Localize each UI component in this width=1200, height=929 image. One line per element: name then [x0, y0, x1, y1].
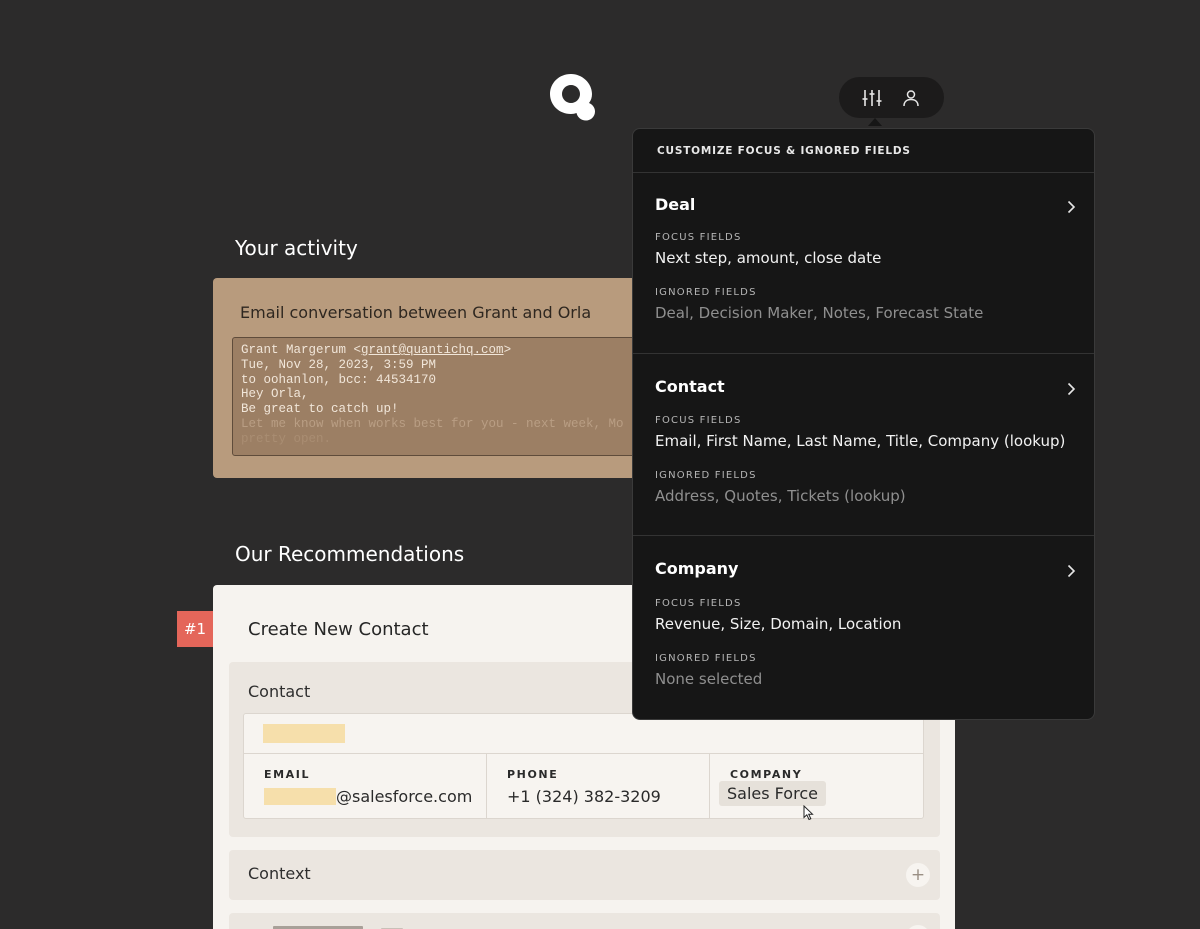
ignored-fields-label: IGNORED FIELDS [655, 470, 757, 481]
ignored-fields-value: None selected [655, 670, 763, 688]
context-label: Context [248, 864, 311, 883]
section-contact[interactable]: Contact FOCUS FIELDS Email, First Name, … [633, 354, 1094, 536]
phone-value[interactable]: +1 (324) 382-3209 [507, 787, 661, 806]
email-value[interactable]: @salesforce.com [264, 787, 472, 806]
phone-column[interactable]: PHONE +1 (324) 382-3209 [487, 754, 709, 819]
q-logo-icon [549, 72, 597, 122]
phone-label: PHONE [507, 768, 559, 781]
user-icon[interactable] [900, 87, 922, 109]
chevron-right-icon[interactable] [1065, 563, 1077, 578]
chevron-right-icon[interactable] [1065, 199, 1077, 214]
email-from: Grant Margerum <grant@quantichq.com> [241, 343, 512, 357]
section-deal[interactable]: Deal FOCUS FIELDS Next step, amount, clo… [633, 172, 1094, 354]
pointer-cursor-icon [803, 804, 815, 821]
section-name: Deal [655, 195, 696, 214]
recommendations-section-title: Our Recommendations [235, 542, 465, 566]
ignored-fields-value: Deal, Decision Maker, Notes, Forecast St… [655, 304, 984, 322]
email-line: Be great to catch up! [241, 402, 399, 417]
email-date: Tue, Nov 28, 2023, 3:59 PM [241, 357, 437, 372]
contact-table: EMAIL @salesforce.com PHONE +1 (324) 382… [243, 713, 924, 821]
redacted-name [263, 724, 345, 743]
collapsed-row[interactable] [229, 913, 940, 929]
chevron-right-icon[interactable] [1065, 381, 1077, 396]
section-name: Contact [655, 377, 725, 396]
ignored-fields-label: IGNORED FIELDS [655, 287, 757, 298]
contact-panel-label: Contact [248, 682, 311, 701]
expand-button[interactable] [906, 925, 930, 929]
focus-fields-label: FOCUS FIELDS [655, 415, 742, 426]
email-greeting: Hey Orla, [241, 387, 309, 402]
context-row[interactable]: Context + [229, 850, 940, 900]
company-label: COMPANY [730, 768, 803, 781]
redacted-email-user [264, 788, 336, 805]
email-recipients: to oohanlon, bcc: 44534170 [241, 372, 437, 387]
company-value[interactable]: Sales Force [719, 781, 826, 806]
focus-fields-label: FOCUS FIELDS [655, 232, 742, 243]
email-line: pretty open. [241, 431, 332, 446]
sliders-icon[interactable] [861, 87, 883, 109]
toolbar [839, 77, 944, 118]
activity-card[interactable]: Email conversation between Grant and Orl… [213, 278, 653, 478]
company-column[interactable]: COMPANY Sales Force [710, 754, 924, 821]
rank-badge: #1 [177, 611, 213, 647]
email-column[interactable]: EMAIL @salesforce.com [244, 754, 486, 819]
focus-fields-value: Next step, amount, close date [655, 249, 882, 267]
ignored-fields-value: Address, Quotes, Tickets (lookup) [655, 487, 906, 505]
focus-fields-value: Revenue, Size, Domain, Location [655, 615, 902, 633]
expand-context-button[interactable]: + [906, 863, 930, 887]
section-name: Company [655, 559, 739, 578]
focus-fields-label: FOCUS FIELDS [655, 598, 742, 609]
popover-caret [868, 118, 882, 126]
section-company[interactable]: Company FOCUS FIELDS Revenue, Size, Doma… [633, 536, 1094, 718]
recommendation-title: Create New Contact [248, 619, 429, 640]
email-preview: Grant Margerum <grant@quantichq.com> Tue… [232, 337, 653, 456]
customize-fields-popover: CUSTOMIZE FOCUS & IGNORED FIELDS Deal FO… [632, 128, 1095, 720]
email-from-address[interactable]: grant@quantichq.com [361, 343, 504, 357]
email-label: EMAIL [264, 768, 311, 781]
email-line: Let me know when works best for you - ne… [241, 416, 624, 431]
activity-section-title: Your activity [235, 236, 358, 260]
focus-fields-value: Email, First Name, Last Name, Title, Com… [655, 432, 1066, 450]
popover-header: CUSTOMIZE FOCUS & IGNORED FIELDS [657, 145, 911, 157]
email-domain: @salesforce.com [336, 787, 473, 806]
activity-card-title: Email conversation between Grant and Orl… [240, 303, 592, 322]
ignored-fields-label: IGNORED FIELDS [655, 653, 757, 664]
